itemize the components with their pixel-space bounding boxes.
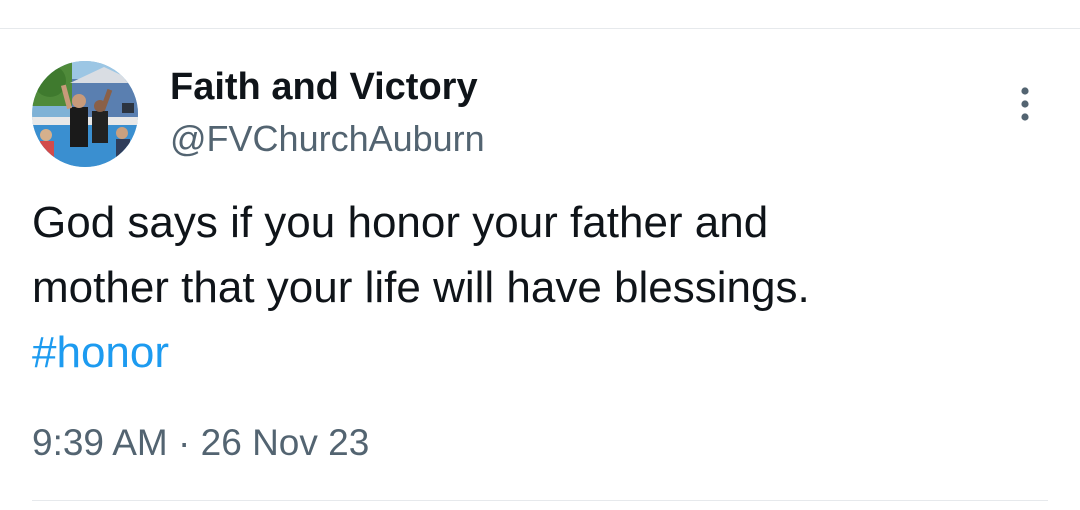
top-divider — [0, 28, 1080, 29]
bottom-divider — [32, 500, 1048, 501]
more-vertical-icon[interactable] — [1010, 84, 1040, 124]
tweet-text-line-2: mother that your life will have blessing… — [32, 263, 810, 312]
tweet-text: God says if you honor your father and mo… — [32, 190, 1042, 385]
tweet-date[interactable]: 26 Nov 23 — [201, 422, 370, 463]
tweet-text-line-1: God says if you honor your father and — [32, 198, 769, 247]
author-handle[interactable]: @FVChurchAuburn — [170, 114, 485, 164]
more-dots-graphic — [1021, 87, 1029, 121]
tweet-time[interactable]: 9:39 AM — [32, 422, 168, 463]
tweet-detail: Faith and Victory @FVChurchAuburn God sa… — [0, 0, 1080, 510]
meta-separator: · — [178, 422, 191, 463]
avatar[interactable] — [32, 61, 138, 167]
author-display-name[interactable]: Faith and Victory — [170, 60, 485, 114]
avatar-photo — [32, 61, 138, 167]
author-block: Faith and Victory @FVChurchAuburn — [170, 60, 485, 164]
tweet-meta: 9:39 AM · 26 Nov 23 — [32, 418, 369, 468]
hashtag-link[interactable]: #honor — [32, 320, 1042, 385]
